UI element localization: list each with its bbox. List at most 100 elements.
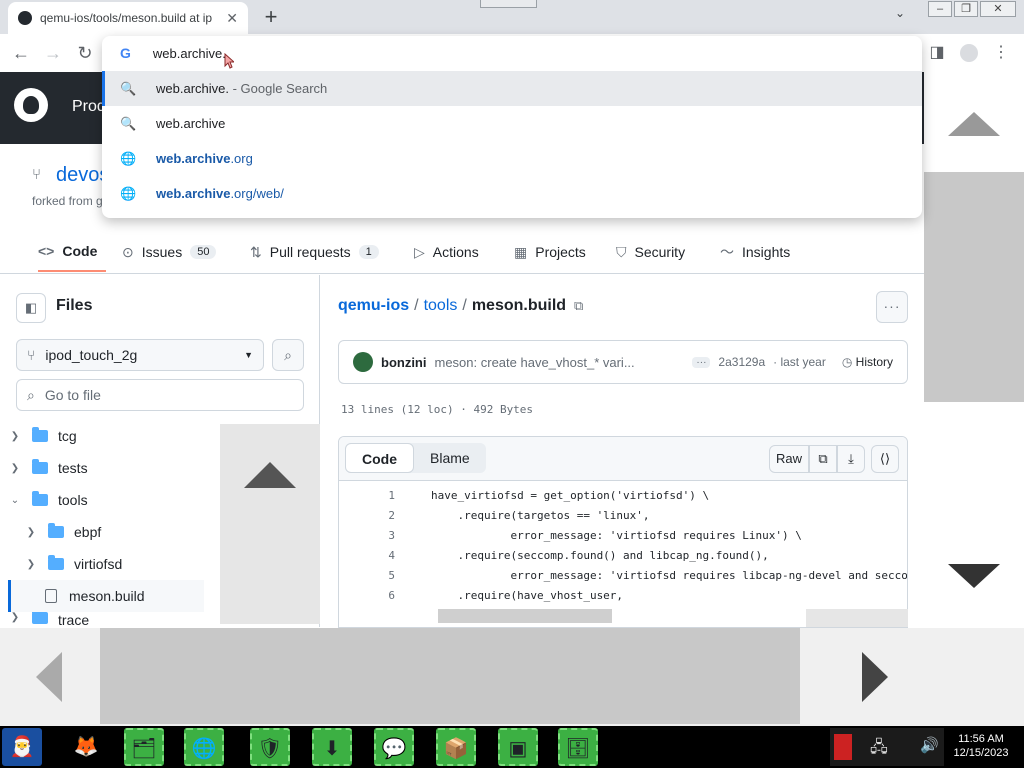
- tree-item-tests[interactable]: ❯ tests: [8, 452, 204, 484]
- restore-button[interactable]: ❐: [954, 1, 978, 17]
- tab-insights[interactable]: 〜 Insights: [720, 232, 790, 272]
- close-window-button[interactable]: ✕: [980, 1, 1016, 17]
- commit-sha[interactable]: 2a3129a: [718, 355, 765, 369]
- forked-from-text: forked from g: [32, 194, 103, 208]
- tree-item-tools[interactable]: ⌄ tools: [8, 484, 204, 516]
- suggestion-item[interactable]: 🌐 web.archive.org: [102, 141, 922, 176]
- scroll-up-arrow-icon[interactable]: [244, 462, 296, 488]
- taskbar-clock[interactable]: 11:56 AM 12/15/2023: [946, 732, 1016, 760]
- back-arrow-icon[interactable]: ←: [10, 42, 32, 64]
- copy-raw-icon[interactable]: ⧉: [809, 445, 837, 473]
- archive-icon[interactable]: 🗄: [558, 728, 598, 766]
- tab-label: Pull requests: [269, 244, 351, 260]
- history-link[interactable]: ◷ History: [842, 355, 893, 369]
- tab-issues[interactable]: ⊙ Issues 50: [122, 232, 217, 272]
- search-files-button[interactable]: ⌕: [272, 339, 304, 371]
- reload-icon[interactable]: ↻: [74, 42, 96, 64]
- more-options-button[interactable]: ···: [876, 291, 908, 323]
- collapse-sidebar-icon[interactable]: ◧: [16, 293, 46, 323]
- line-number[interactable]: 6: [339, 589, 395, 609]
- line-number[interactable]: 4: [339, 549, 395, 569]
- browser-menu-icon[interactable]: ⋮: [990, 42, 1012, 64]
- branch-selector[interactable]: ⑂ ipod_touch_2g ▼: [16, 339, 264, 371]
- side-panel-icon[interactable]: ◨: [926, 42, 948, 64]
- tree-item-virtiofsd[interactable]: ❯ virtiofsd: [24, 548, 204, 580]
- package-manager-icon[interactable]: 📦: [436, 728, 476, 766]
- globe-icon: 🌐: [120, 150, 137, 166]
- repo-nav: <> Code ⊙ Issues 50 ⇅ Pull requests 1 ▷ Action…: [0, 232, 924, 274]
- tab-projects[interactable]: ▦ Projects: [514, 232, 586, 272]
- go-to-file-input[interactable]: ⌕ Go to file: [16, 379, 304, 411]
- line-number[interactable]: 5: [339, 569, 395, 589]
- avatar[interactable]: [353, 352, 373, 372]
- horizontal-scrollbar[interactable]: [438, 609, 612, 623]
- breadcrumb-separator: /: [462, 297, 467, 314]
- raw-button[interactable]: Raw: [769, 445, 809, 473]
- breadcrumb-dir-link[interactable]: tools: [424, 297, 458, 315]
- scroll-right-arrow-icon[interactable]: [862, 652, 888, 702]
- suggestion-item[interactable]: 🔍 web.archive: [102, 106, 922, 141]
- tab-code[interactable]: <> Code: [38, 232, 106, 272]
- breadcrumb-separator: /: [414, 297, 419, 314]
- start-menu-santa-icon[interactable]: 🎅: [2, 728, 42, 766]
- horizontal-scroll-thumb[interactable]: [100, 628, 800, 724]
- chat-app-icon[interactable]: 💬: [374, 728, 414, 766]
- folder-icon: [48, 523, 64, 538]
- branch-name: ipod_touch_2g: [45, 347, 138, 363]
- new-tab-button[interactable]: +: [258, 4, 284, 30]
- commit-expand-icon[interactable]: ···: [692, 356, 711, 368]
- browser-tab[interactable]: qemu-ios/tools/meson.build at ip ✕: [8, 2, 248, 34]
- tree-item-label: trace: [58, 612, 90, 626]
- scroll-down-arrow-icon[interactable]: [948, 564, 1000, 588]
- insights-icon: 〜: [720, 244, 734, 260]
- file-manager-icon[interactable]: 🗂: [124, 728, 164, 766]
- code-icon: <>: [38, 243, 55, 259]
- download-icon[interactable]: ⤓: [837, 445, 865, 473]
- network-icon[interactable]: 🖧: [870, 736, 888, 763]
- symbols-panel-icon[interactable]: ⟨⟩: [871, 445, 899, 473]
- minimize-button[interactable]: –: [928, 1, 952, 17]
- chevron-right-icon: ❯: [10, 430, 20, 442]
- line-number[interactable]: 2: [339, 509, 395, 529]
- line-source: have_virtiofsd = get_option('virtiofsd')…: [431, 489, 710, 502]
- download-manager-icon[interactable]: ⬇: [312, 728, 352, 766]
- line-number[interactable]: 1: [339, 489, 395, 509]
- vpn-shield-icon[interactable]: 🛡: [250, 728, 290, 766]
- line-source: error_message: 'virtiofsd requires libca…: [431, 569, 908, 582]
- tab-pull-requests[interactable]: ⇅ Pull requests 1: [250, 232, 379, 272]
- suggestion-item[interactable]: 🌐 web.archive.org/web/: [102, 176, 922, 211]
- commit-message[interactable]: meson: create have_vhost_* vari...: [435, 355, 685, 370]
- breadcrumb-repo-link[interactable]: qemu-ios: [338, 297, 409, 315]
- terminal-icon[interactable]: ▣: [498, 728, 538, 766]
- tab-actions[interactable]: ▷ Actions: [414, 232, 479, 272]
- copy-path-icon[interactable]: ⧉: [574, 298, 592, 316]
- window-drag-handle[interactable]: [480, 0, 537, 8]
- forward-arrow-icon[interactable]: →: [42, 42, 64, 64]
- scroll-overlay-area: [220, 424, 320, 624]
- chevron-down-icon: ⌄: [10, 494, 20, 506]
- product-menu[interactable]: Prod: [72, 98, 106, 116]
- volume-icon[interactable]: 🔊: [920, 736, 939, 754]
- notification-flag-icon[interactable]: [834, 734, 852, 760]
- code-tab-button[interactable]: Code: [345, 443, 414, 473]
- suggestion-item[interactable]: 🔍 web.archive. - Google Search: [102, 71, 922, 106]
- github-logo-icon[interactable]: [14, 88, 48, 122]
- omnibox-input[interactable]: web.archive.: [153, 46, 226, 61]
- scroll-up-arrow-icon[interactable]: [948, 112, 1000, 136]
- commit-author[interactable]: bonzini: [381, 355, 427, 370]
- line-number[interactable]: 3: [339, 529, 395, 549]
- chrome-icon[interactable]: 🌐: [184, 728, 224, 766]
- search-icon: ⌕: [284, 347, 292, 363]
- tree-item-tcg[interactable]: ❯ tcg: [8, 420, 204, 452]
- tree-item-meson-build[interactable]: meson.build: [8, 580, 204, 612]
- tab-security[interactable]: ⛉ Security: [616, 232, 685, 272]
- tree-item-ebpf[interactable]: ❯ ebpf: [24, 516, 204, 548]
- vertical-scroll-thumb[interactable]: [924, 172, 1024, 402]
- tree-item-trace[interactable]: ❯ trace: [8, 612, 204, 626]
- scroll-left-arrow-icon[interactable]: [36, 652, 62, 702]
- tab-close-icon[interactable]: ✕: [226, 10, 238, 27]
- profile-avatar-icon[interactable]: [958, 42, 980, 64]
- firefox-icon[interactable]: 🦊: [66, 728, 106, 766]
- blame-tab-button[interactable]: Blame: [414, 443, 486, 473]
- tab-search-chevron-icon[interactable]: ⌄: [895, 6, 905, 20]
